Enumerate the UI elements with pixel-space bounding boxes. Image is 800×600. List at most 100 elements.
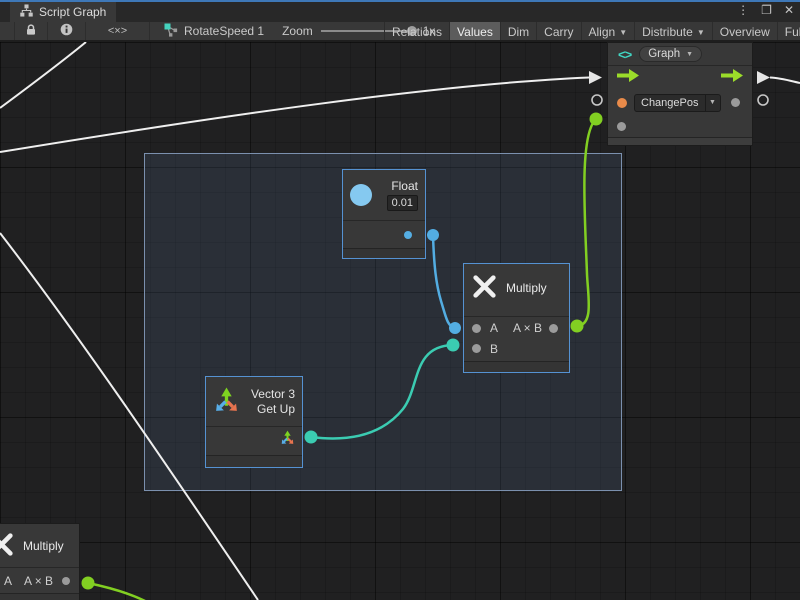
wire-float-to-multiply-a	[433, 235, 455, 328]
output-port[interactable]	[62, 577, 70, 585]
graph-reference[interactable]: RotateSpeed 1	[158, 23, 270, 40]
window-controls: ⋮ ❐ ✕	[737, 3, 794, 17]
vector3-title-line1: Vector 3	[251, 387, 295, 401]
wire-endpoint-graph-port[interactable]	[590, 113, 603, 126]
kebab-menu-icon[interactable]: ⋮	[737, 3, 749, 17]
unconnected-port-left[interactable]	[592, 95, 602, 105]
wire-endpoint-multiply2-out[interactable]	[82, 577, 95, 590]
full-screen-button[interactable]: Full Screen	[777, 22, 800, 42]
node-vector3-get-up[interactable]: Vector 3 Get Up	[205, 376, 303, 468]
changepos-value: ChangePos	[634, 94, 706, 112]
info-button[interactable]	[48, 22, 86, 41]
graph-reference-label: RotateSpeed 1	[184, 24, 264, 38]
vector3-title-line2: Get Up	[257, 402, 295, 416]
multiply2-node-header: Multiply	[0, 524, 79, 567]
output-label: A × B	[513, 321, 542, 335]
multiply-row-a: A A × B	[464, 316, 569, 338]
chevron-down-icon: ▼	[697, 28, 705, 37]
orange-port[interactable]	[617, 98, 627, 108]
close-icon[interactable]: ✕	[784, 3, 794, 17]
port-b-label: B	[490, 342, 498, 356]
vector3-axes-icon	[213, 386, 240, 418]
wire-endpoint-getup-out[interactable]	[305, 431, 318, 444]
wire-endpoint-float-out[interactable]	[427, 229, 439, 241]
node-graph-panel[interactable]: <> Graph ▼ ChangePos ▼	[607, 42, 753, 146]
float-value-field[interactable]: 0.01	[387, 195, 418, 211]
vector3-node-header: Vector 3 Get Up	[206, 377, 302, 426]
wire-endpoint-multiply-b[interactable]	[447, 339, 460, 352]
toolbar-buttons: Relations Values Dim Carry Align▼ Distri…	[384, 22, 800, 42]
graph-breadcrumb-dropdown[interactable]: Graph ▼	[639, 46, 702, 62]
node-footer	[343, 248, 425, 258]
float-port-row	[343, 220, 425, 248]
graph-toolbar: <×> RotateSpeed 1 Zoom 1x Relations Valu…	[0, 22, 800, 42]
changepos-dropdown[interactable]: ChangePos ▼	[634, 94, 721, 112]
extra-port-row	[608, 115, 752, 137]
distribute-dropdown[interactable]: Distribute▼	[634, 22, 712, 42]
zoom-label: Zoom	[282, 24, 313, 38]
output-label: A × B	[24, 574, 53, 588]
node-multiply-partial[interactable]: Multiply A A × B	[0, 523, 80, 600]
overview-button[interactable]: Overview	[712, 22, 777, 42]
script-graph-window: Script Graph ⋮ ❐ ✕ <×> RotateSpeed 1	[0, 0, 800, 600]
wire-endpoint-multiply-out[interactable]	[571, 320, 584, 333]
wire-endpoint-multiply-a[interactable]	[449, 322, 461, 334]
lock-button[interactable]	[14, 22, 48, 41]
input-port-b[interactable]	[472, 344, 481, 353]
flow-output-arrow-icon[interactable]	[757, 71, 770, 84]
float-output-port[interactable]	[404, 231, 412, 239]
multiply-node-header: Multiply	[464, 264, 569, 312]
node-footer	[464, 361, 569, 372]
node-footer	[206, 455, 302, 467]
flow-ports-row	[608, 65, 752, 90]
graph-canvas[interactable]: <> Graph ▼ ChangePos ▼	[0, 42, 800, 600]
script-machine-icon	[164, 23, 178, 40]
float-type-icon	[350, 184, 372, 206]
dim-button[interactable]: Dim	[500, 22, 536, 42]
wire-white-to-graph-input	[0, 78, 589, 153]
chevron-down-icon: ▼	[619, 28, 627, 37]
unconnected-port-right[interactable]	[758, 95, 768, 105]
info-icon	[60, 23, 73, 39]
code-view-button[interactable]: <×>	[86, 22, 150, 41]
output-port[interactable]	[549, 324, 558, 333]
code-icon: <×>	[108, 25, 127, 37]
wire-multiply2-out	[88, 583, 145, 600]
multiply-x-icon	[0, 532, 14, 560]
vector3-output-port-icon[interactable]	[280, 430, 295, 450]
node-float[interactable]: Float 0.01	[342, 169, 426, 259]
script-graph-icon	[20, 4, 33, 20]
carry-button[interactable]: Carry	[536, 22, 580, 42]
multiply2-node-title: Multiply	[23, 539, 64, 553]
flow-input-arrow-icon[interactable]	[589, 71, 602, 84]
node-footer	[0, 593, 79, 600]
graph-breadcrumb: <> Graph ▼	[608, 43, 752, 65]
input-port-a[interactable]	[472, 324, 481, 333]
wire-getup-to-multiply-b	[311, 345, 453, 439]
vector3-port-row	[206, 426, 302, 452]
gray-port[interactable]	[617, 122, 626, 131]
multiply2-port-row: A A × B	[0, 567, 79, 593]
flow-in-green-arrow-icon[interactable]	[617, 69, 639, 87]
relations-button[interactable]: Relations	[384, 22, 449, 42]
float-node-title: Float	[391, 179, 418, 193]
changepos-row: ChangePos ▼	[608, 90, 752, 115]
tab-title: Script Graph	[39, 5, 106, 19]
port-a-label: A	[4, 574, 12, 588]
gray-port[interactable]	[731, 98, 740, 107]
lock-icon	[25, 24, 37, 39]
multiply-x-icon	[472, 274, 497, 302]
float-node-header: Float 0.01	[343, 170, 425, 220]
multiply-row-b: B	[464, 338, 569, 359]
maximize-icon[interactable]: ❐	[761, 3, 772, 17]
wire-white-from-graph-output	[770, 78, 800, 84]
flow-out-green-arrow-icon[interactable]	[721, 69, 743, 87]
port-a-label: A	[490, 321, 498, 335]
node-multiply[interactable]: Multiply A A × B B	[463, 263, 570, 373]
values-button[interactable]: Values	[449, 22, 500, 42]
tab-script-graph[interactable]: Script Graph	[10, 2, 116, 22]
tab-bar: Script Graph ⋮ ❐ ✕	[0, 2, 800, 22]
align-dropdown[interactable]: Align▼	[581, 22, 635, 42]
wire-white-topleft	[0, 42, 86, 108]
chevron-down-icon: ▼	[706, 94, 721, 112]
